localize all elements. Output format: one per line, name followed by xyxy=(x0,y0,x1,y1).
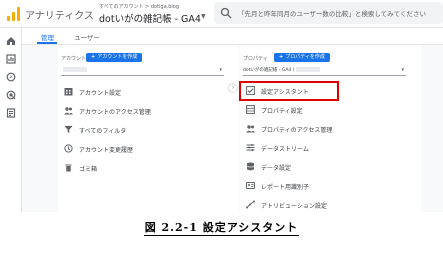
active-tab-indicator xyxy=(37,42,57,44)
home-icon[interactable] xyxy=(6,36,16,46)
history-icon xyxy=(64,144,73,153)
item-label: レポート用識別子 xyxy=(261,184,310,191)
streams-icon xyxy=(246,144,255,151)
account-column: アカウント + アカウントを作成 ▾ アカウント設定 アカウントのアクセス管理 … xyxy=(58,45,239,212)
item-label: データストリーム xyxy=(261,146,309,153)
people-icon xyxy=(246,125,255,133)
item-label: プロパティのアクセス管理 xyxy=(261,127,333,134)
analytics-logo-icon[interactable] xyxy=(7,7,20,21)
chevron-down-icon[interactable]: ▼ xyxy=(201,13,206,20)
item-label: すべてのフィルタ xyxy=(79,128,127,135)
highlight-box xyxy=(239,81,339,101)
analytics-screenshot: アナリティクス すべてのアカウント > dotiga.blog dotいがの雑記… xyxy=(0,0,443,212)
admin-panel: アカウント + アカウントを作成 ▾ アカウント設定 アカウントのアクセス管理 … xyxy=(22,45,443,212)
building-icon xyxy=(64,88,73,96)
figure-caption: 図 2.2-1 設定アシスタント xyxy=(143,221,300,236)
reports-icon[interactable] xyxy=(6,54,16,64)
create-account-button[interactable]: + アカウントを作成 xyxy=(86,53,143,62)
left-nav xyxy=(0,28,22,212)
account-header-label: アカウント xyxy=(61,56,87,62)
account-select[interactable]: ▾ xyxy=(61,66,224,76)
item-label: アカウント変更履歴 xyxy=(79,147,134,154)
item-label: アトリビューション設定 xyxy=(261,203,327,210)
explore-icon[interactable] xyxy=(6,72,16,82)
tab-user[interactable]: ユーザー xyxy=(74,32,100,42)
search-bar[interactable]: 「先月と昨年同月のユーザー数の比較」と検索してみてください xyxy=(214,2,443,24)
chevron-down-icon: ▾ xyxy=(401,67,404,73)
property-column: プロパティ + プロパティを作成 dotいがの雑記帳 - GA4 ( ▾ 設定アシ… xyxy=(240,45,421,212)
property-selector[interactable]: dotいがの雑記帳 - GA4 xyxy=(99,11,201,25)
attribution-icon xyxy=(246,200,255,209)
advertising-icon[interactable] xyxy=(6,90,16,100)
search-icon xyxy=(220,7,232,19)
item-label: プロパティ設定 xyxy=(261,108,303,115)
settings-grid-icon xyxy=(246,105,255,114)
chevron-down-icon: ▾ xyxy=(219,67,222,73)
filter-icon xyxy=(64,126,73,133)
database-icon xyxy=(246,162,255,171)
arrow-right-icon[interactable]: › xyxy=(228,83,238,93)
breadcrumb[interactable]: すべてのアカウント > dotiga.blog xyxy=(99,3,179,10)
item-label: アカウントのアクセス管理 xyxy=(79,109,151,116)
property-select[interactable]: dotいがの雑記帳 - GA4 ( ▾ xyxy=(243,66,406,76)
item-label: データ設定 xyxy=(261,165,292,172)
app-title: アナリティクス xyxy=(25,11,94,22)
id-icon xyxy=(246,182,255,189)
item-label: ゴミ箱 xyxy=(79,166,98,173)
people-icon xyxy=(64,107,73,115)
property-header-label: プロパティ xyxy=(243,56,268,62)
search-input[interactable]: 「先月と昨年同月のユーザー数の比較」と検索してみてください xyxy=(238,8,426,18)
create-property-button[interactable]: + プロパティを作成 xyxy=(274,53,330,62)
configure-icon[interactable] xyxy=(6,108,16,118)
trash-icon xyxy=(65,164,72,172)
admin-tabs: 管理 ユーザー xyxy=(22,28,443,45)
item-label: アカウント設定 xyxy=(79,90,122,97)
tab-admin[interactable]: 管理 xyxy=(41,32,54,42)
top-bar: アナリティクス すべてのアカウント > dotiga.blog dotいがの雑記… xyxy=(0,0,443,28)
